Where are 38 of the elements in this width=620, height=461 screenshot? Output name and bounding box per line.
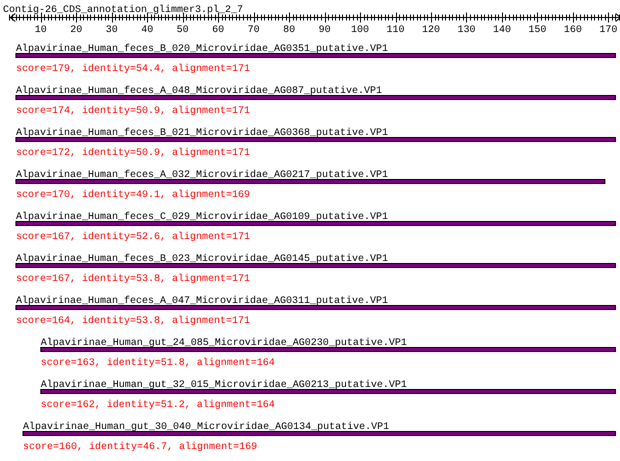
score-text: score=162, identity=51.2, alignment=164 [40, 400, 275, 411]
hit-label: Alpavirinae_Human_feces_A_048_Microviridae_AG087_putative.VP1 [16, 86, 382, 97]
tick-label: 130 [457, 25, 476, 36]
score-text: score=172, identity=50.9, alignment=171 [16, 148, 250, 159]
tick-label: 150 [528, 25, 546, 36]
score-text: score=164, identity=53.8, alignment=171 [16, 316, 250, 327]
ruler-title: Contig-26_CDS_annotation_glimmer3.pl_2_7 [3, 5, 244, 16]
hit-label: Alpavirinae_Human_gut_24_085_Microviridae_AG0230_putative.VP1 [40, 338, 407, 349]
hit-label: Alpavirinae_Human_feces_A_032_Microviridae_AG0217_putative.VP1 [16, 170, 388, 181]
score-text: score=174, identity=50.9, alignment=171 [16, 106, 250, 117]
tick-label: 140 [492, 25, 511, 36]
hit-label: Alpavirinae_Human_feces_C_029_Microviridae_AG0109_putative.VP1 [16, 212, 388, 223]
tick-label: 100 [351, 25, 370, 36]
hit-label: Alpavirinae_Human_gut_32_015_Microviridae_AG0213_putative.VP1 [40, 380, 407, 391]
hit-label: Alpavirinae_Human_gut_30_040_Microviridae_AG0134_putative.VP1 [23, 422, 390, 433]
tick-label: 120 [422, 25, 440, 36]
tick-label: 110 [386, 25, 405, 36]
tick-label: 90 [318, 25, 331, 36]
score-text: score=163, identity=51.8, alignment=164 [40, 358, 275, 369]
score-text: score=167, identity=52.6, alignment=171 [16, 232, 250, 243]
tick-label: 10 [34, 25, 47, 36]
score-text: score=167, identity=53.8, alignment=171 [16, 274, 250, 285]
tick-label: 40 [141, 25, 154, 36]
tick-label: 70 [248, 25, 260, 36]
tick-label: 50 [176, 25, 189, 36]
score-text: score=170, identity=49.1, alignment=169 [16, 190, 250, 201]
tick-label: 80 [283, 25, 296, 36]
tick-label: 30 [106, 25, 118, 36]
score-text: score=179, identity=54.4, alignment=171 [16, 64, 250, 75]
tick-label: 20 [70, 25, 82, 36]
tick-label: 170 [599, 25, 618, 36]
score-text: score=160, identity=46.7, alignment=169 [23, 442, 258, 453]
hit-label: Alpavirinae_Human_feces_A_047_Microviridae_AG0311_putative.VP1 [16, 296, 388, 307]
tick-label: 160 [564, 25, 582, 36]
hit-label: Alpavirinae_Human_feces_B_023_Microviridae_AG0145_putative.VP1 [16, 254, 388, 265]
hit-label: Alpavirinae_Human_feces_B_020_Microviridae_AG0351_putative.VP1 [16, 44, 388, 55]
hit-label: Alpavirinae_Human_feces_B_021_Microviridae_AG0368_putative.VP1 [16, 128, 388, 139]
tick-label: 60 [212, 25, 224, 36]
